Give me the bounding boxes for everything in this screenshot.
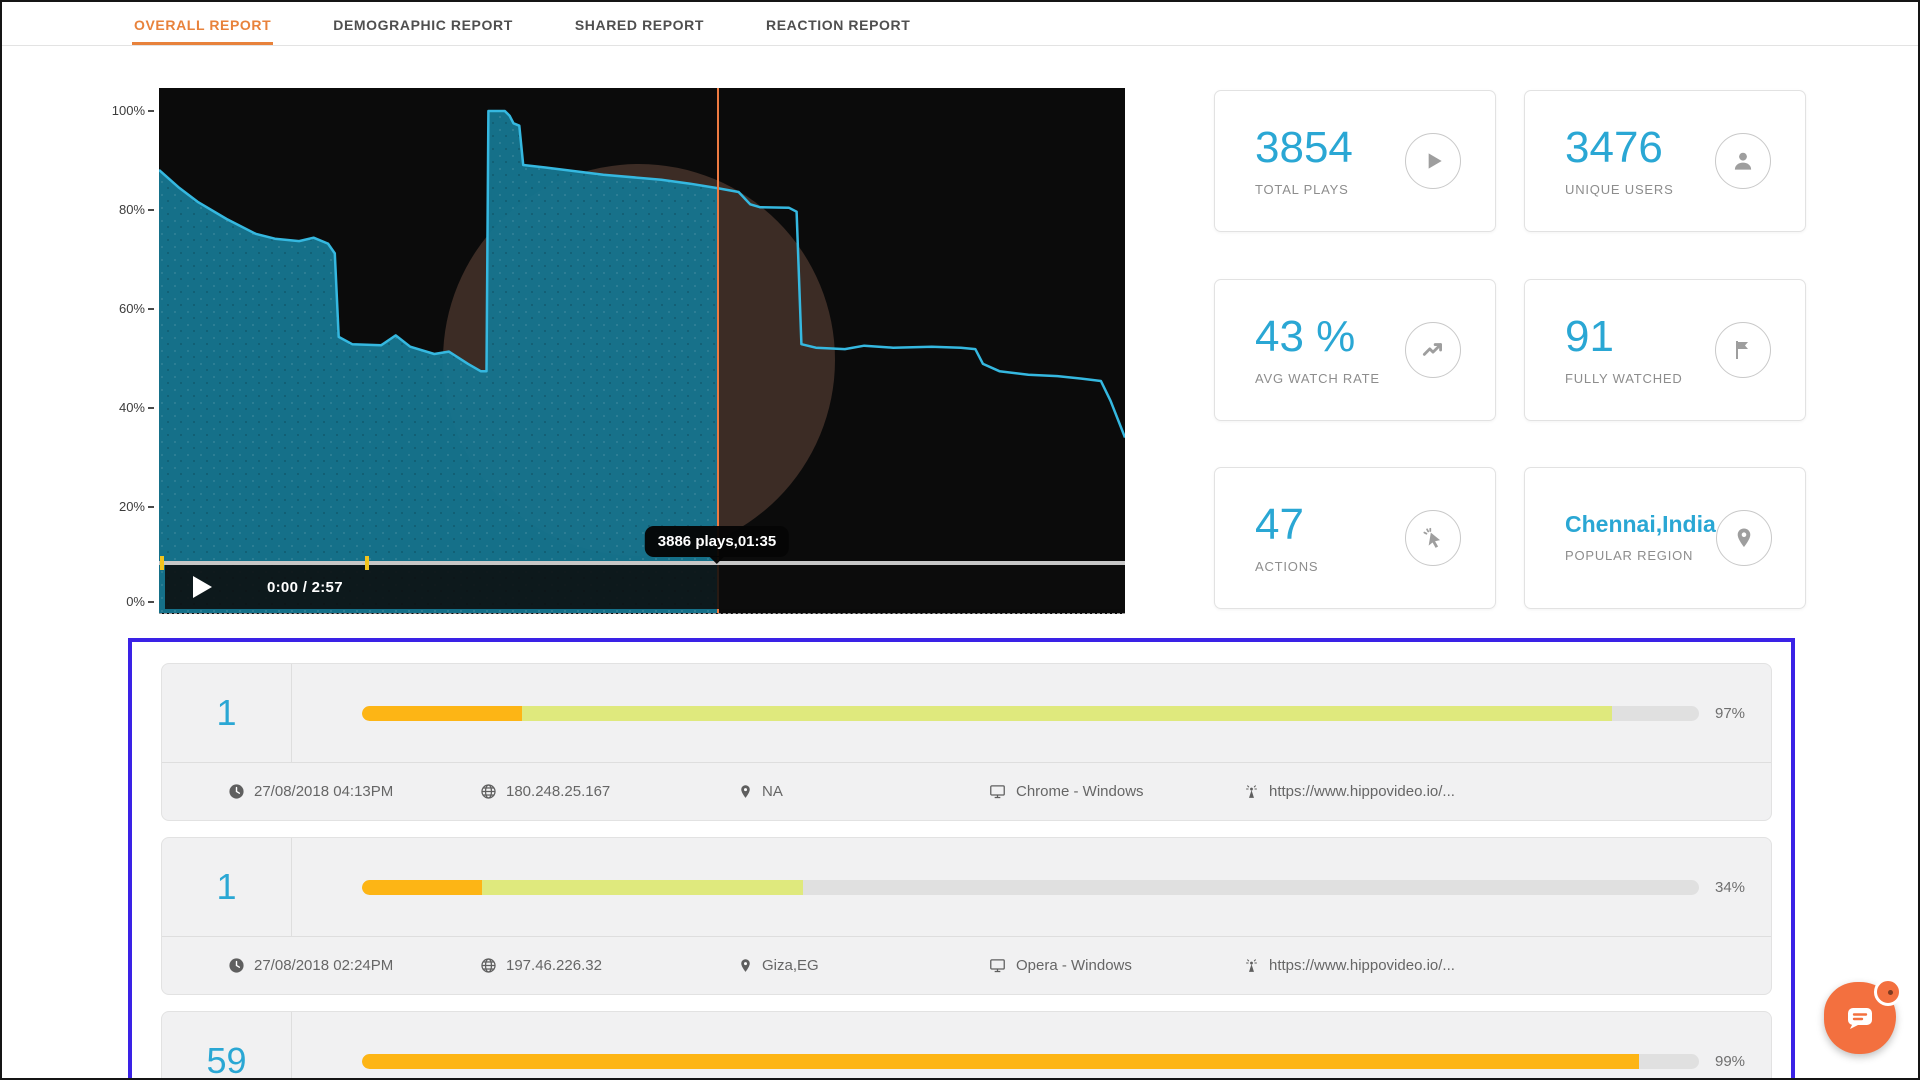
flag-icon <box>1715 322 1771 378</box>
session-source-url[interactable]: https://www.hippovideo.io/... <box>1243 957 1455 974</box>
play-button[interactable] <box>193 576 212 598</box>
broadcast-icon <box>1243 957 1260 974</box>
session-ip: 197.46.226.32 <box>480 957 738 974</box>
session-datetime: 27/08/2018 02:24PM <box>228 957 480 974</box>
tab-demographic-report[interactable]: DEMOGRAPHIC REPORT <box>331 5 515 45</box>
stat-card-actions: 47 ACTIONS <box>1214 467 1496 609</box>
session-location: NA <box>738 783 988 800</box>
play-icon <box>1405 133 1461 189</box>
watch-percent: 99% <box>1715 1053 1771 1070</box>
video-controls: 0:00 / 2:57 <box>165 565 1125 609</box>
location-pin-icon <box>738 957 753 974</box>
session-row: 1 97% 27/08/2018 04:13PM 180.248.25.167 … <box>161 663 1772 821</box>
y-axis-tick-60: 60% <box>110 301 154 316</box>
timeline-marker[interactable] <box>365 556 369 570</box>
session-browser: Chrome - Windows <box>988 783 1243 800</box>
trend-up-icon <box>1405 322 1461 378</box>
y-axis-tick-40: 40% <box>110 400 154 415</box>
stat-card-avg-watch-rate: 43 % AVG WATCH RATE <box>1214 279 1496 421</box>
actions-label: ACTIONS <box>1255 559 1318 574</box>
session-location: Giza,EG <box>738 957 988 974</box>
broadcast-icon <box>1243 783 1260 800</box>
total-plays-value: 3854 <box>1255 126 1353 170</box>
y-axis-tick-20: 20% <box>110 499 154 514</box>
sessions-panel: 1 97% 27/08/2018 04:13PM 180.248.25.167 … <box>128 638 1795 1080</box>
fully-watched-value: 91 <box>1565 315 1683 359</box>
watch-percent: 34% <box>1715 879 1771 896</box>
session-play-count: 1 <box>162 664 292 762</box>
watch-progress-bar <box>362 880 1699 895</box>
watch-progress-bar <box>362 1054 1699 1069</box>
clock-icon <box>228 783 245 800</box>
report-tab-bar: OVERALL REPORT DEMOGRAPHIC REPORT SHARED… <box>2 2 1918 46</box>
monitor-icon <box>988 957 1007 974</box>
time-display: 0:00 / 2:57 <box>267 579 343 596</box>
map-pin-icon <box>1716 510 1772 566</box>
tab-shared-report[interactable]: SHARED REPORT <box>573 5 706 45</box>
monitor-icon <box>988 783 1007 800</box>
y-axis-tick-0: 0% <box>110 594 154 609</box>
actions-value: 47 <box>1255 503 1318 547</box>
unique-users-value: 3476 <box>1565 126 1674 170</box>
avg-watch-rate-value: 43 % <box>1255 315 1380 359</box>
chart-tooltip: 3886 plays,01:35 <box>645 526 789 557</box>
y-axis-tick-100: 100% <box>110 103 154 118</box>
chat-widget-button[interactable] <box>1824 982 1896 1054</box>
session-row: 59 99% <box>161 1011 1772 1080</box>
timeline-marker[interactable] <box>160 556 164 570</box>
stat-card-unique-users: 3476 UNIQUE USERS <box>1524 90 1806 232</box>
session-browser: Opera - Windows <box>988 957 1243 974</box>
unique-users-label: UNIQUE USERS <box>1565 182 1674 197</box>
tab-overall-report[interactable]: OVERALL REPORT <box>132 5 273 45</box>
watch-percent: 97% <box>1715 705 1771 722</box>
y-axis-tick-80: 80% <box>110 202 154 217</box>
stat-card-total-plays: 3854 TOTAL PLAYS <box>1214 90 1496 232</box>
popular-region-value: Chennai,India <box>1565 513 1716 536</box>
location-pin-icon <box>738 783 753 800</box>
popular-region-label: POPULAR REGION <box>1565 548 1716 563</box>
watch-progress-bar <box>362 706 1699 721</box>
globe-icon <box>480 783 497 800</box>
stat-card-fully-watched: 91 FULLY WATCHED <box>1524 279 1806 421</box>
cursor-click-icon <box>1405 510 1461 566</box>
total-plays-label: TOTAL PLAYS <box>1255 182 1353 197</box>
stat-card-popular-region: Chennai,India POPULAR REGION <box>1524 467 1806 609</box>
tab-reaction-report[interactable]: REACTION REPORT <box>764 5 912 45</box>
user-icon <box>1715 133 1771 189</box>
clock-icon <box>228 957 245 974</box>
globe-icon <box>480 957 497 974</box>
session-ip: 180.248.25.167 <box>480 783 738 800</box>
engagement-area-chart <box>159 88 1125 614</box>
session-play-count: 1 <box>162 838 292 936</box>
session-row: 1 34% 27/08/2018 02:24PM 197.46.226.32 G… <box>161 837 1772 995</box>
video-player[interactable]: 3886 plays,01:35 0:00 / 2:57 <box>159 88 1125 614</box>
session-source-url[interactable]: https://www.hippovideo.io/... <box>1243 783 1455 800</box>
chat-notification-badge <box>1874 978 1902 1006</box>
session-play-count: 59 <box>162 1012 292 1080</box>
chat-bubble-icon <box>1843 1003 1877 1033</box>
analytics-dashboard: OVERALL REPORT DEMOGRAPHIC REPORT SHARED… <box>0 0 1920 1080</box>
fully-watched-label: FULLY WATCHED <box>1565 371 1683 386</box>
session-datetime: 27/08/2018 04:13PM <box>228 783 480 800</box>
avg-watch-rate-label: AVG WATCH RATE <box>1255 371 1380 386</box>
